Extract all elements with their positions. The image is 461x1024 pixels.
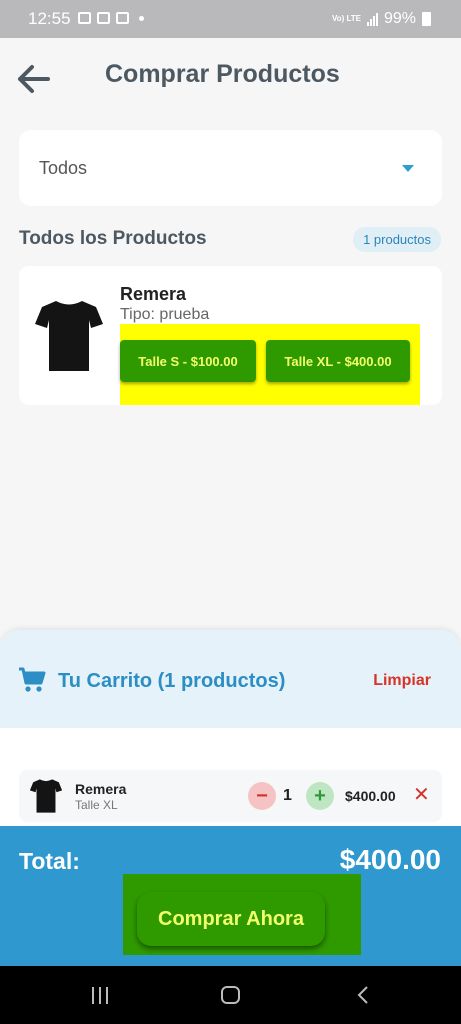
navigation-bar [0,966,461,1024]
page-title: Comprar Productos [105,60,340,88]
quantity-value: 1 [283,787,292,804]
dropdown-value: Todos [39,158,88,178]
cart-title: Tu Carrito (1 productos) [58,670,286,692]
gallery-icon [78,12,91,24]
cart-item: Remera Talle XL − 1 + $400.00 ✕ [19,770,442,822]
status-right: Vo) LTE 99% [332,10,431,28]
status-time: 12:55 [28,9,71,28]
variant-button-s[interactable]: Talle S - $100.00 [120,340,256,382]
home-icon[interactable] [221,986,240,1004]
section-title: Todos los Productos [19,228,207,249]
clear-cart-button[interactable]: Limpiar [373,672,431,690]
more-notifications-icon [139,15,144,21]
remove-item-icon[interactable]: ✕ [413,785,430,805]
tshirt-thumbnail [29,779,63,813]
category-dropdown[interactable]: Todos [19,130,442,206]
buy-now-button[interactable]: Comprar Ahora [137,892,325,946]
nav-back-icon[interactable] [353,985,373,1005]
chevron-down-icon [402,165,414,172]
cart-panel: Tu Carrito (1 productos) Limpiar Remera … [0,630,461,966]
battery-icon [422,12,431,26]
cart-item-variant: Talle XL [75,798,118,812]
notification-icons [78,12,144,24]
variant-buttons: Talle S - $100.00 Talle XL - $400.00 [120,324,420,405]
variant-button-xl[interactable]: Talle XL - $400.00 [266,340,410,382]
product-name: Remera [120,284,187,304]
product-card: Remera Tipo: prueba Talle S - $100.00 Ta… [19,266,442,405]
tshirt-image [35,301,103,371]
network-label: Vo) LTE [331,14,361,23]
back-arrow-icon[interactable] [14,62,54,96]
product-type: Tipo: prueba [120,306,210,323]
status-bar: 12:55 Vo) LTE 99% [0,0,461,38]
recent-apps-icon[interactable] [92,987,108,1004]
buy-area: Comprar Ahora [123,874,361,955]
total-bar: Total: $400.00 Comprar Ahora [0,826,461,966]
signal-icon [366,12,378,26]
decrease-quantity-button[interactable]: − [248,782,276,810]
cart-item-price: $400.00 [345,788,396,804]
total-label: Total: [19,848,80,874]
cart-item-name: Remera [75,781,127,797]
product-count-badge: 1 productos [353,227,441,252]
total-value: $400.00 [339,844,441,875]
shopping-cart-icon [19,667,46,692]
increase-quantity-button[interactable]: + [306,782,334,810]
app-notification-icon [116,12,129,24]
cart-header: Tu Carrito (1 productos) Limpiar [0,630,461,728]
battery-percent: 99% [383,10,416,27]
news-icon [97,12,110,24]
